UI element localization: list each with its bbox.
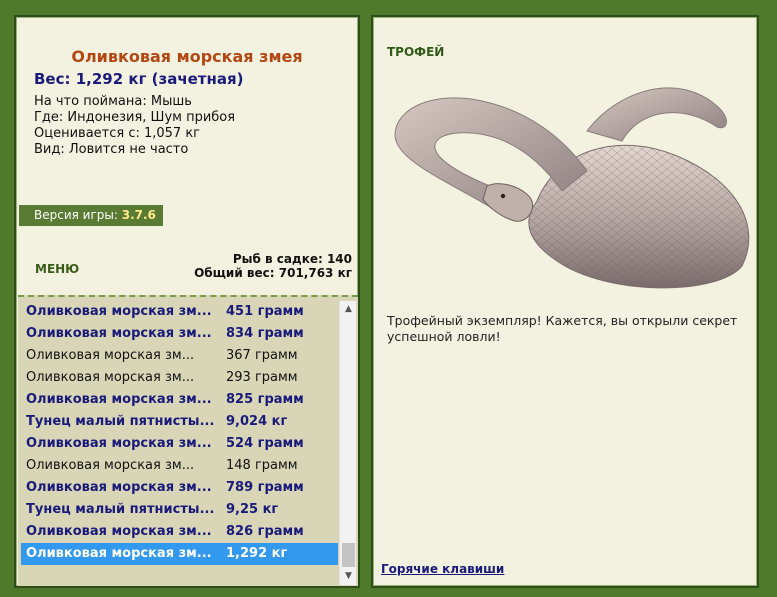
catch-item-weight: 825 грамм: [226, 392, 304, 407]
catch-item-name: Оливковая морская зм...: [26, 326, 212, 341]
catch-item-weight: 9,024 кг: [226, 414, 288, 429]
catch-item-weight: 789 грамм: [226, 480, 304, 495]
catch-list-item[interactable]: Тунец малый пятнисты... 9,024 кг: [21, 411, 338, 433]
catch-item-weight: 367 грамм: [226, 348, 298, 363]
catch-item-weight: 834 грамм: [226, 326, 304, 341]
total-weight: Общий вес: 701,763 кг: [194, 266, 352, 280]
catch-item-weight: 1,292 кг: [226, 546, 288, 561]
catch-list-item[interactable]: Оливковая морская зм... 367 грамм: [21, 345, 338, 367]
catch-item-name: Оливковая морская зм...: [26, 348, 195, 363]
catch-list: Оливковая морская зм... 451 грамм Оливкова…: [18, 295, 358, 586]
catch-item-name: Оливковая морская зм...: [26, 524, 212, 539]
catch-list-item[interactable]: Оливковая морская зм... 524 грамм: [21, 433, 338, 455]
scroll-down-arrow-icon[interactable]: ▼: [340, 568, 357, 585]
catch-item-name: Оливковая морская зм...: [26, 370, 195, 385]
catch-item-name: Оливковая морская зм...: [26, 480, 212, 495]
rarity-info: Вид: Ловится не часто: [34, 142, 189, 157]
catch-list-rows: Оливковая морская зм... 451 грамм Оливкова…: [21, 301, 338, 565]
trophy-label: ТРОФЕЙ: [387, 45, 445, 59]
catch-list-item[interactable]: Оливковая морская зм... 825 грамм: [21, 389, 338, 411]
trophy-panel: ТРОФЕЙ Трофейный экземпляр! Кажется, вы …: [371, 15, 759, 588]
valued-from-info: Оценивается с: 1,057 кг: [34, 126, 201, 141]
trophy-message: Трофейный экземпляр! Кажется, вы открыли…: [387, 313, 738, 344]
catch-item-name: Оливковая морская зм...: [26, 436, 212, 451]
fish-info-panel: Оливковая морская змея Вес: 1,292 кг (за…: [14, 15, 360, 588]
catch-list-item[interactable]: Оливковая морская зм... 451 грамм: [21, 301, 338, 323]
catch-list-scrollbar[interactable]: ▲ ▼: [339, 301, 356, 585]
fish-count: Рыб в садке: 140: [232, 252, 352, 266]
catch-list-item[interactable]: Оливковая морская зм... 293 грамм: [21, 367, 338, 389]
catch-item-name: Тунец малый пятнисты...: [26, 502, 215, 517]
hotkeys-link[interactable]: Горячие клавиши: [381, 562, 504, 576]
catch-item-name: Оливковая морская зм...: [26, 304, 212, 319]
catch-list-item[interactable]: Оливковая морская зм... 826 грамм: [21, 521, 338, 543]
catch-item-weight: 826 грамм: [226, 524, 304, 539]
scrollbar-thumb[interactable]: [342, 543, 355, 567]
catch-item-weight: 9,25 кг: [226, 502, 279, 517]
version-label: Версия игры:: [34, 208, 118, 222]
catch-list-item[interactable]: Тунец малый пятнисты... 9,25 кг: [21, 499, 338, 521]
location-info: Где: Индонезия, Шум прибоя: [34, 110, 236, 125]
catch-item-weight: 451 грамм: [226, 304, 304, 319]
catch-item-name: Оливковая морская зм...: [26, 458, 195, 473]
catch-item-name: Оливковая морская зм...: [26, 392, 212, 407]
catch-item-weight: 148 грамм: [226, 458, 298, 473]
catch-list-item[interactable]: Оливковая морская зм... 789 грамм: [21, 477, 338, 499]
catch-list-item[interactable]: Оливковая морская зм... 148 грамм: [21, 455, 338, 477]
fish-title: Оливковая морская змея: [71, 47, 303, 66]
game-version-badge: Версия игры: 3.7.6: [19, 205, 163, 226]
catch-list-item[interactable]: Оливковая морская зм... 1,292 кг: [21, 543, 338, 565]
menu-button[interactable]: МЕНЮ: [35, 262, 79, 276]
catch-item-name: Тунец малый пятнисты...: [26, 414, 215, 429]
bait-info: На что поймана: Мышь: [34, 94, 192, 109]
fish-weight: Вес: 1,292 кг (зачетная): [34, 70, 244, 88]
version-value: 3.7.6: [121, 208, 156, 222]
catch-list-item[interactable]: Оливковая морская зм... 834 грамм: [21, 323, 338, 345]
scroll-up-arrow-icon[interactable]: ▲: [340, 301, 357, 318]
snake-image: [394, 87, 750, 289]
catch-item-weight: 524 грамм: [226, 436, 304, 451]
catch-item-name: Оливковая морская зм...: [26, 546, 212, 561]
catch-item-weight: 293 грамм: [226, 370, 298, 385]
